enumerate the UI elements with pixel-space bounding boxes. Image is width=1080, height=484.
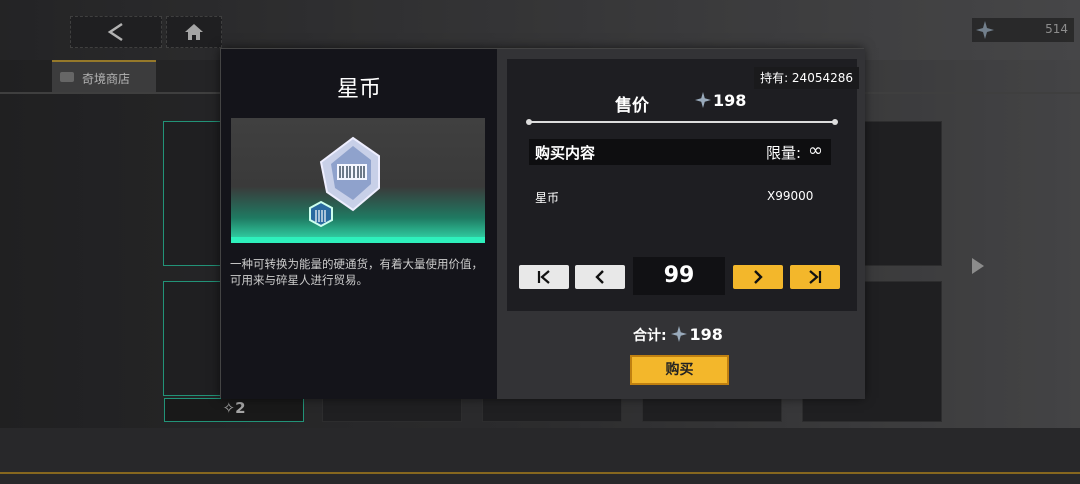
- chevron-right-icon: [754, 270, 763, 284]
- divider: [526, 119, 838, 125]
- item-info-panel: 星币 一种可转换为能量的硬通货，有着大量使用价值，可用来与碎星人进行贸易。: [221, 49, 497, 399]
- buy-button[interactable]: 购买: [630, 355, 729, 385]
- star-coin-icon: [695, 92, 711, 108]
- increase-button[interactable]: [733, 265, 783, 289]
- limit-label: 限量:: [765, 144, 801, 162]
- star-coin-icon: [671, 326, 688, 342]
- purchase-panel: 持有: 24054286 售价 198 购买内容 限量: ∞ 星币 X99000…: [497, 49, 865, 399]
- price-value: 198: [695, 91, 746, 110]
- price-label: 售价: [615, 96, 649, 116]
- quantity-display[interactable]: 99: [633, 257, 725, 295]
- content-label: 购买内容: [535, 144, 596, 162]
- item-title: 星币: [336, 77, 381, 102]
- content-item-name: 星币: [535, 191, 560, 205]
- chevron-left-icon: [595, 270, 604, 284]
- item-description: 一种可转换为能量的硬通货，有着大量使用价值，可用来与碎星人进行贸易。: [230, 257, 483, 287]
- skip-last-icon: [809, 270, 822, 284]
- owned-count: 持有: 24054286: [754, 67, 859, 89]
- purchase-dialog: 星币 一种可转换为能量的硬通货，有着大量使用价值，可用来与碎星人进行贸易。 持有…: [220, 48, 865, 399]
- content-item-quantity: X99000: [767, 189, 814, 203]
- skip-first-icon: [537, 270, 550, 284]
- max-quantity-button[interactable]: [790, 265, 840, 289]
- decrease-button[interactable]: [575, 265, 625, 289]
- star-coin-crystal-icon: [309, 136, 380, 228]
- limit-value: ∞: [808, 140, 823, 161]
- content-header: 购买内容 限量: ∞: [529, 139, 831, 165]
- item-image: [231, 118, 485, 243]
- min-quantity-button[interactable]: [519, 265, 569, 289]
- total-price: 合计: 198: [633, 325, 723, 344]
